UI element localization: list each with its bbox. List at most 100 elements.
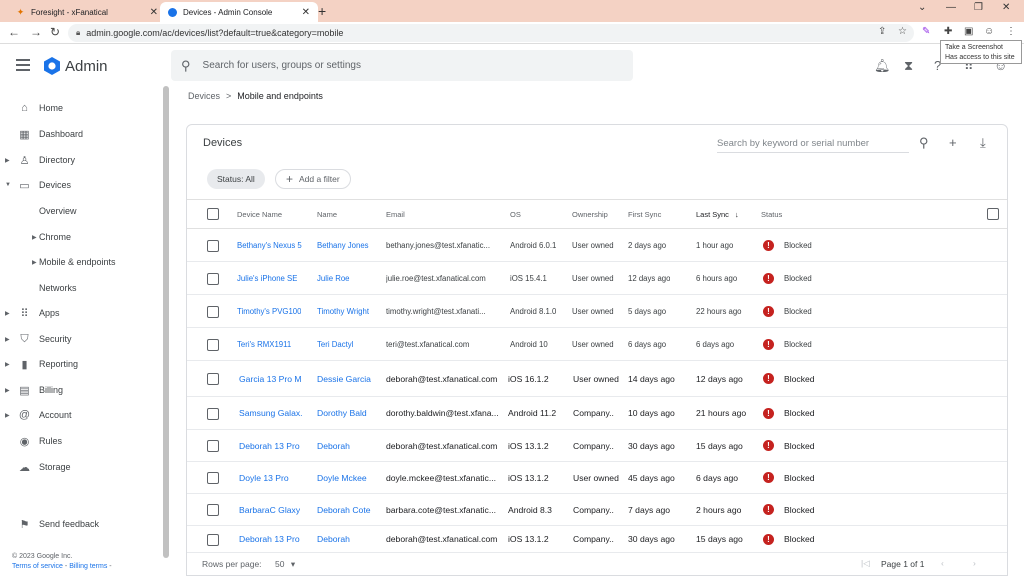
table-row[interactable]: Garcia 13 Pro M Dessie Garcia deborah@test… (187, 361, 1007, 397)
tab-search-icon[interactable]: ⌄ (918, 2, 926, 13)
screenshot-extension-icon[interactable]: ✎ (922, 26, 934, 38)
table-row[interactable]: Deborah 13 Pro Deborah deborah@test.xfanat… (187, 430, 1007, 462)
browser-tab-foresight[interactable]: ✦ Foresight - xFanatical ✕ (8, 2, 166, 22)
download-icon[interactable]: ⤓ (980, 135, 986, 151)
column-header-status[interactable]: Status (761, 210, 782, 219)
column-header-ownership[interactable]: Ownership (572, 210, 608, 219)
sidebar-item-overview[interactable]: Overview (0, 199, 162, 223)
column-header-last-sync[interactable]: Last Sync ↓ (696, 210, 739, 219)
first-page-icon[interactable]: |◁ (861, 558, 870, 569)
profile-icon[interactable]: ☺ (984, 26, 996, 38)
user-name-link[interactable]: Bethany Jones (317, 229, 369, 261)
table-row[interactable]: Timothy's PVG100 Timothy Wright timothy.wr… (187, 295, 1007, 328)
breadcrumb-devices-link[interactable]: Devices (188, 91, 220, 101)
sidebar-item-account[interactable]: ▶ @ Account (0, 403, 162, 427)
table-row[interactable]: Bethany's Nexus 5 Bethany Jones bethany.jo… (187, 229, 1007, 262)
sidebar-scrollbar[interactable] (163, 86, 169, 558)
add-filter-button[interactable]: + Add a filter (275, 169, 351, 189)
notifications-bell-icon[interactable]: 🔔︎ (874, 58, 891, 74)
next-page-icon[interactable]: › (973, 558, 976, 568)
column-header-email[interactable]: Email (386, 210, 405, 219)
sidebar-item-mobile-endpoints[interactable]: ▶ Mobile & endpoints (0, 250, 162, 274)
row-checkbox[interactable] (207, 338, 219, 351)
device-name-link[interactable]: Garcia 13 Pro M (239, 361, 302, 396)
user-name-link[interactable]: Deborah Cote (317, 494, 371, 525)
user-name-link[interactable]: Timothy Wright (317, 295, 369, 327)
extensions-puzzle-icon[interactable]: ✚ (944, 26, 956, 38)
user-name-link[interactable]: Teri Dactyl (317, 328, 353, 360)
send-feedback-link[interactable]: ⚑ Send feedback (0, 512, 162, 536)
sidebar-item-chrome[interactable]: ▶ Chrome (0, 225, 162, 249)
user-name-link[interactable]: Dessie Garcia (317, 361, 371, 396)
row-checkbox[interactable] (207, 407, 219, 420)
sidebar-item-networks[interactable]: Networks (0, 276, 162, 300)
table-row[interactable]: BarbaraC Glaxy Deborah Cote barbara.cote@t… (187, 494, 1007, 526)
sidebar-item-directory[interactable]: ▶ ♙ Directory (0, 148, 162, 172)
row-checkbox[interactable] (207, 440, 219, 452)
sidebar-item-devices[interactable]: ▼ ▭ Devices (0, 173, 162, 197)
new-tab-button[interactable]: + (318, 3, 326, 19)
row-checkbox[interactable] (207, 305, 219, 318)
sidebar-item-apps[interactable]: ▶ ⠿ Apps (0, 301, 162, 325)
close-window-icon[interactable]: ✕ (1002, 2, 1010, 13)
search-icon[interactable]: ⚲ (919, 135, 929, 151)
device-search-input[interactable]: Search by keyword or serial number (717, 138, 909, 153)
device-name-link[interactable]: Teri's RMX1911 (237, 328, 291, 360)
main-menu-icon[interactable] (16, 59, 30, 71)
row-checkbox[interactable] (207, 272, 219, 285)
sidebar-item-storage[interactable]: ☁ Storage (0, 455, 162, 479)
close-tab-icon[interactable]: ✕ (150, 7, 158, 18)
sidebar-item-billing[interactable]: ▶ ▤ Billing (0, 378, 162, 402)
bookmark-star-icon[interactable]: ☆ (898, 26, 910, 38)
browser-menu-icon[interactable]: ⋮ (1006, 26, 1018, 38)
sidebar-item-security[interactable]: ▶ ⛉ Security (0, 327, 162, 351)
tasks-hourglass-icon[interactable]: ⧗ (904, 58, 913, 74)
sidebar-item-home[interactable]: ⌂ Home (0, 96, 162, 120)
address-bar[interactable]: 🔒︎ admin.google.com/ac/devices/list?defa… (68, 24, 914, 42)
row-checkbox[interactable] (207, 239, 219, 252)
reload-icon[interactable]: ↻ (50, 25, 60, 39)
add-icon[interactable]: + (949, 135, 957, 150)
device-name-link[interactable]: Deborah 13 Pro (239, 526, 300, 552)
device-name-link[interactable]: Deborah 13 Pro (239, 430, 300, 461)
row-checkbox[interactable] (207, 504, 219, 516)
column-settings-icon[interactable] (987, 208, 999, 220)
row-checkbox[interactable] (207, 533, 219, 546)
device-name-link[interactable]: Doyle 13 Pro (239, 462, 289, 493)
rows-per-page-select[interactable]: 50 ▾ (275, 559, 295, 570)
status-filter-chip[interactable]: Status: All (207, 169, 265, 189)
terms-of-service-link[interactable]: Terms of service (12, 563, 63, 570)
restore-icon[interactable]: ❐ (974, 2, 983, 13)
sidebar-item-reporting[interactable]: ▶ ▮ Reporting (0, 352, 162, 376)
close-tab-icon[interactable]: ✕ (302, 7, 310, 18)
table-row[interactable]: Samsung Galax. Dorothy Bald dorothy.baldwi… (187, 397, 1007, 430)
table-row[interactable]: Doyle 13 Pro Doyle Mckee doyle.mckee@test.… (187, 462, 1007, 494)
billing-terms-link[interactable]: Billing terms (69, 563, 107, 570)
side-panel-icon[interactable]: ▣ (964, 26, 976, 38)
sidebar-item-rules[interactable]: ◉ Rules (0, 429, 162, 453)
admin-search-input[interactable]: ⚲ Search for users, groups or settings (171, 50, 633, 81)
user-name-link[interactable]: Dorothy Bald (317, 397, 367, 429)
row-checkbox[interactable] (207, 373, 219, 385)
device-name-link[interactable]: Julie's iPhone SE (237, 262, 297, 294)
column-header-device-name[interactable]: Device Name (237, 210, 282, 219)
table-row[interactable]: Julie's iPhone SE Julie Roe julie.roe@test… (187, 262, 1007, 295)
back-icon[interactable]: ← (8, 25, 20, 39)
user-name-link[interactable]: Deborah (317, 430, 350, 461)
user-name-link[interactable]: Doyle Mckee (317, 462, 367, 493)
table-row[interactable]: Teri's RMX1911 Teri Dactyl teri@test.xfana… (187, 328, 1007, 361)
device-name-link[interactable]: Samsung Galax. (239, 397, 303, 429)
device-name-link[interactable]: Timothy's PVG100 (237, 295, 301, 327)
forward-icon[interactable]: → (30, 25, 42, 39)
device-name-link[interactable]: BarbaraC Glaxy (239, 494, 300, 525)
column-header-name[interactable]: Name (317, 210, 337, 219)
browser-tab-admin[interactable]: Devices - Admin Console ✕ (160, 2, 318, 22)
sidebar-item-dashboard[interactable]: ▦ Dashboard (0, 122, 162, 146)
column-header-os[interactable]: OS (510, 210, 521, 219)
previous-page-icon[interactable]: ‹ (941, 558, 944, 568)
user-name-link[interactable]: Julie Roe (317, 262, 350, 294)
device-name-link[interactable]: Bethany's Nexus 5 (237, 229, 302, 261)
share-icon[interactable]: ⇪ (878, 26, 890, 38)
row-checkbox[interactable] (207, 472, 219, 484)
user-name-link[interactable]: Deborah (317, 526, 350, 552)
